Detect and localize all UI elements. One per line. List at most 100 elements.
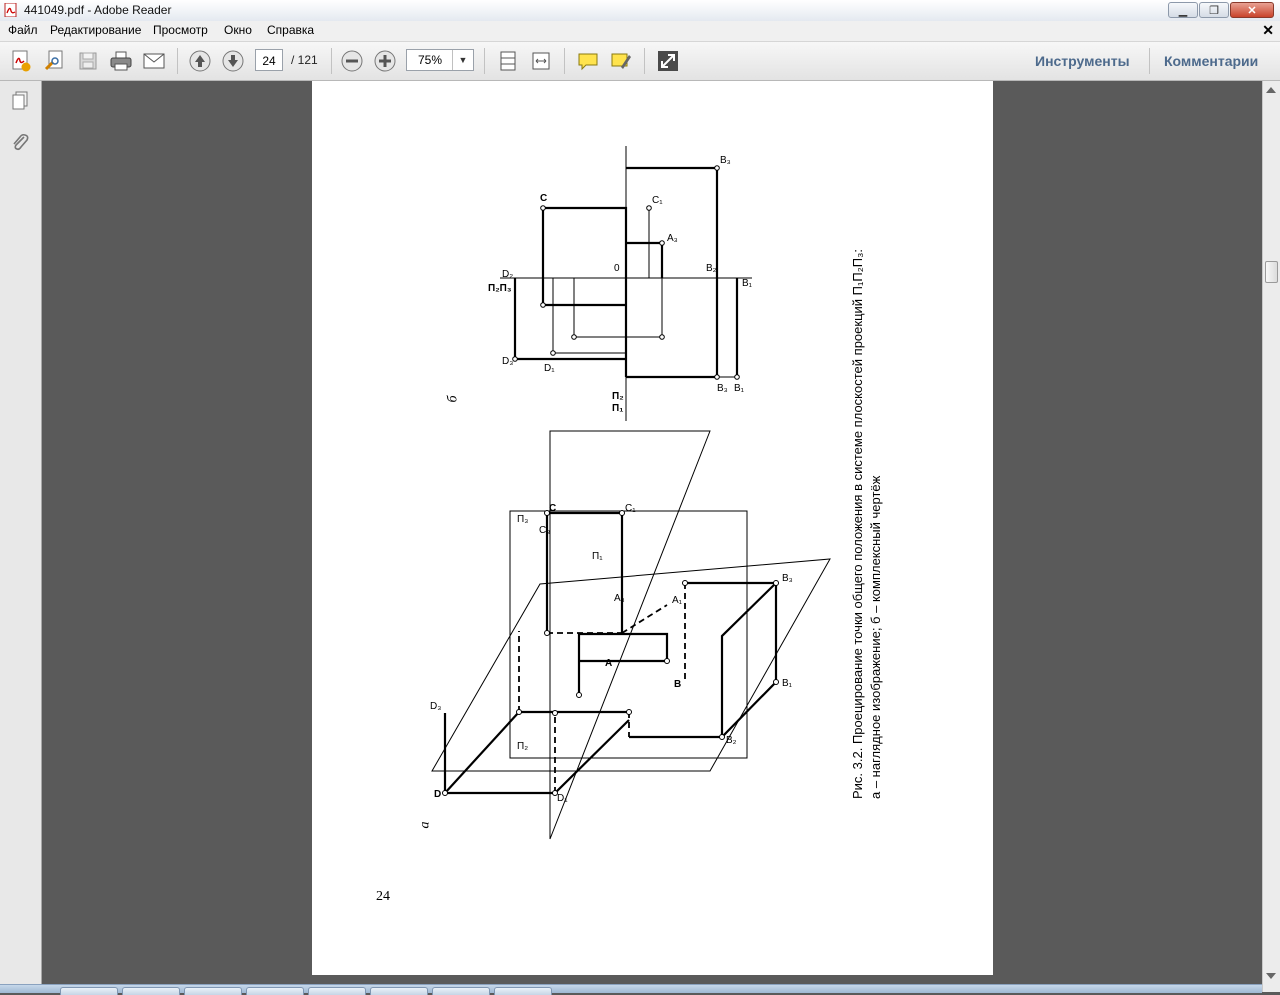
taskbar-item[interactable] <box>432 987 490 995</box>
tools-panel-button[interactable]: Инструменты <box>1035 53 1130 69</box>
svg-text:B: B <box>674 679 681 690</box>
svg-text:D₃: D₃ <box>502 356 513 367</box>
svg-text:B₃: B₃ <box>720 155 731 166</box>
svg-text:D₁: D₁ <box>544 363 555 374</box>
previous-page-button[interactable] <box>187 48 213 74</box>
toolbar-separator <box>177 48 178 74</box>
figure-label-a: а <box>417 821 433 829</box>
speech-bubble-icon <box>578 53 598 71</box>
zoom-select[interactable]: 75% ▼ <box>406 49 474 71</box>
svg-text:D: D <box>434 789 441 800</box>
taskbar-item[interactable] <box>308 987 366 995</box>
fit-page-button[interactable] <box>495 48 521 74</box>
menu-view[interactable]: Просмотр <box>153 23 208 37</box>
vertical-scrollbar[interactable] <box>1262 81 1280 992</box>
figure-caption-line1: Рис. 3.2. Проецирование точки общего пол… <box>850 248 865 799</box>
toolbar-separator <box>484 48 485 74</box>
navigation-pane <box>0 81 42 992</box>
diagram-b-labels: C C₁ B₃ A₃ 0 B₂ B₁ D₂ D₃ D₁ B₃ B₁ П₂ П₁ … <box>488 155 753 414</box>
page-thumbnails-icon[interactable] <box>8 89 32 113</box>
taskbar-item[interactable] <box>122 987 180 995</box>
minimize-button[interactable]: ▁ <box>1168 2 1198 18</box>
zoom-value: 75% <box>417 53 443 67</box>
scroll-down-arrow-icon[interactable] <box>1266 973 1276 979</box>
taskbar-item[interactable] <box>494 987 552 995</box>
svg-text:C: C <box>549 503 556 514</box>
arrow-up-icon <box>189 50 211 72</box>
plus-circle-icon <box>374 50 396 72</box>
scroll-up-arrow-icon[interactable] <box>1266 87 1276 93</box>
page-number-input[interactable]: 24 <box>255 49 283 71</box>
menu-edit[interactable]: Редактирование <box>50 23 141 37</box>
svg-text:A: A <box>605 658 612 669</box>
svg-text:П₂: П₂ <box>612 391 624 402</box>
svg-text:B₂: B₂ <box>706 263 717 274</box>
title-bar: 441049.pdf - Adobe Reader ▁ ❐ ✕ <box>0 0 1280 22</box>
toolbar-separator <box>1149 48 1150 74</box>
diagram-a-points <box>442 510 779 796</box>
taskbar-item[interactable] <box>60 987 118 995</box>
close-document-icon[interactable]: ✕ <box>1262 22 1274 39</box>
zoom-in-button[interactable] <box>372 48 398 74</box>
email-button[interactable] <box>141 48 167 74</box>
diagram-a-dashed-lines <box>518 583 686 793</box>
svg-text:D₂: D₂ <box>502 269 513 280</box>
taskbar-item[interactable] <box>246 987 304 995</box>
svg-text:B₂: B₂ <box>726 735 737 746</box>
svg-text:П₂П₃: П₂П₃ <box>488 283 512 294</box>
window-title: 441049.pdf - Adobe Reader <box>24 3 172 17</box>
figure-drawing: D D₁ D₃ C C₁ C₃ A₃ A₁ B₃ B₁ B₂ B A П₂ П₃… <box>430 146 831 840</box>
menu-window[interactable]: Окно <box>224 23 252 37</box>
figure-caption-line2: а – наглядное изображение; б – комплексн… <box>868 475 883 799</box>
taskbar-item[interactable] <box>370 987 428 995</box>
fit-width-button[interactable] <box>528 48 554 74</box>
svg-text:B₃: B₃ <box>717 383 728 394</box>
create-pdf-button[interactable] <box>8 48 34 74</box>
chevron-down-icon[interactable]: ▼ <box>452 50 473 70</box>
highlight-button[interactable] <box>608 48 634 74</box>
svg-text:B₁: B₁ <box>782 678 793 689</box>
svg-text:П₁: П₁ <box>592 551 603 562</box>
expand-icon <box>658 51 678 71</box>
svg-text:C₃: C₃ <box>539 525 550 536</box>
document-page: D D₁ D₃ C C₁ C₃ A₃ A₁ B₃ B₁ B₂ B A П₂ П₃… <box>312 81 993 975</box>
comments-panel-button[interactable]: Комментарии <box>1164 53 1258 69</box>
print-button[interactable] <box>108 48 134 74</box>
page-number-label: 24 <box>376 889 390 904</box>
restore-button[interactable]: ❐ <box>1199 2 1229 18</box>
menu-help[interactable]: Справка <box>267 23 314 37</box>
svg-text:0: 0 <box>614 263 620 274</box>
page-total: / 121 <box>291 53 318 67</box>
next-page-button[interactable] <box>220 48 246 74</box>
svg-text:B₁: B₁ <box>734 383 745 394</box>
taskbar-item[interactable] <box>184 987 242 995</box>
attachments-icon[interactable] <box>8 131 32 155</box>
toolbar-separator <box>331 48 332 74</box>
toolbar: 24 / 121 75% ▼ Инструменты Комментарии <box>0 42 1280 81</box>
fullscreen-button[interactable] <box>655 48 681 74</box>
toolbar-separator <box>564 48 565 74</box>
toolbar-separator <box>644 48 645 74</box>
fit-width-icon <box>532 52 550 70</box>
highlighter-icon <box>611 53 631 69</box>
minus-circle-icon <box>341 50 363 72</box>
diagram-a-labels: D D₁ D₃ C C₁ C₃ A₃ A₁ B₃ B₁ B₂ B A П₂ П₃… <box>430 503 793 804</box>
svg-text:A₁: A₁ <box>672 595 683 606</box>
svg-text:П₁: П₁ <box>612 403 623 414</box>
svg-text:П₃: П₃ <box>517 514 528 525</box>
edit-pdf-button[interactable] <box>42 48 68 74</box>
svg-text:C₁: C₁ <box>652 195 663 206</box>
svg-text:П₂: П₂ <box>517 741 528 752</box>
figure-label-b: б <box>445 395 461 403</box>
save-button[interactable] <box>75 48 101 74</box>
menu-file[interactable]: Файл <box>8 23 38 37</box>
zoom-out-button[interactable] <box>339 48 365 74</box>
close-window-button[interactable]: ✕ <box>1230 2 1274 18</box>
menu-bar: Файл Редактирование Просмотр Окно Справк… <box>0 21 1280 42</box>
svg-text:B₃: B₃ <box>782 573 793 584</box>
printer-icon <box>110 51 132 71</box>
svg-text:A₃: A₃ <box>614 593 625 604</box>
add-comment-button[interactable] <box>575 48 601 74</box>
scroll-thumb[interactable] <box>1265 261 1278 283</box>
svg-text:A₃: A₃ <box>667 233 678 244</box>
